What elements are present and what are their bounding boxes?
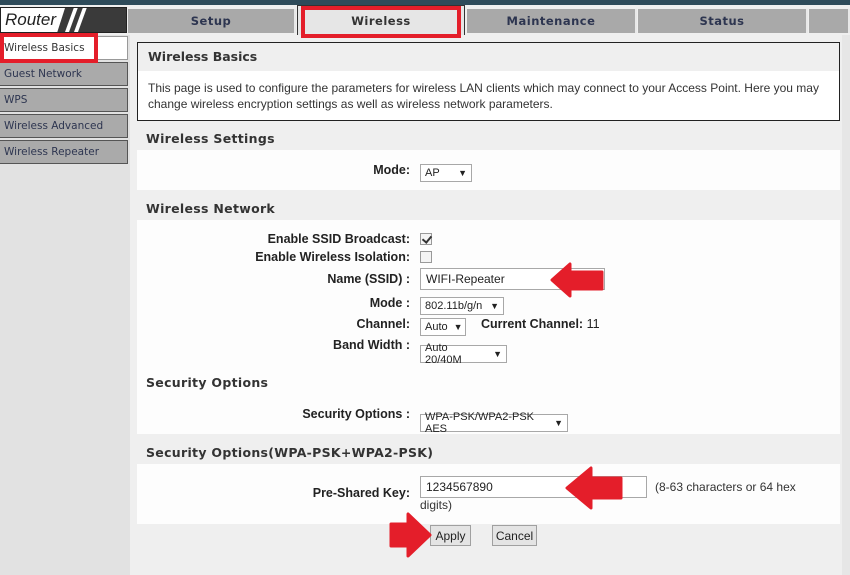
- intro-text: This page is used to configure the param…: [148, 81, 819, 111]
- psk-hint: (8-63 characters or 64 hex: [655, 480, 796, 494]
- apply-button[interactable]: Apply: [430, 525, 471, 546]
- psk-panel: Pre-Shared Key: 1234567890 (8-63 charact…: [137, 464, 840, 524]
- intro-box: Wireless Basics This page is used to con…: [137, 42, 840, 121]
- sidebar-item-guest-network[interactable]: Guest Network: [0, 62, 128, 86]
- network-mode-select[interactable]: 802.11b/g/n ▼: [420, 297, 504, 315]
- psk-hint-continued: digits): [420, 498, 453, 512]
- dropdown-arrow-icon: ▼: [453, 322, 463, 332]
- psk-label: Pre-Shared Key:: [312, 486, 410, 500]
- sidebar-item-wireless-repeater[interactable]: Wireless Repeater: [0, 140, 128, 164]
- ssid-broadcast-label: Enable SSID Broadcast:: [267, 232, 410, 246]
- ssid-label: Name (SSID) :: [327, 272, 410, 286]
- scrollbar-track[interactable]: [842, 35, 850, 575]
- section-title-security-options: Security Options: [146, 375, 269, 390]
- dropdown-arrow-icon: ▼: [458, 168, 467, 178]
- tab-maintenance[interactable]: Maintenance: [467, 9, 637, 33]
- bandwidth-select[interactable]: Auto 20/40M ▼: [420, 342, 507, 366]
- wireless-isolation-checkbox[interactable]: [420, 251, 432, 263]
- mode-label: Mode:: [373, 163, 410, 177]
- dropdown-arrow-icon: ▼: [554, 418, 563, 428]
- page-title: Wireless Basics: [138, 43, 839, 71]
- current-channel-value: 11: [586, 317, 600, 331]
- channel-label: Channel:: [356, 317, 410, 331]
- ssid-broadcast-checkbox[interactable]: [420, 233, 432, 245]
- wireless-settings-panel: Mode: AP ▼: [137, 150, 840, 190]
- section-title-wireless-network: Wireless Network: [146, 201, 276, 216]
- sidebar-item-wireless-basics[interactable]: Wireless Basics: [0, 36, 128, 60]
- section-title-wireless-settings: Wireless Settings: [146, 131, 275, 146]
- sidebar-item-wireless-advanced[interactable]: Wireless Advanced: [0, 114, 128, 138]
- logo-text: Router: [5, 10, 57, 29]
- sidebar-item-wps[interactable]: WPS: [0, 88, 128, 112]
- operation-mode-select[interactable]: AP ▼: [420, 164, 472, 182]
- sidebar: Wireless Basics Guest Network WPS Wirele…: [0, 35, 130, 575]
- security-options-select[interactable]: WPA-PSK/WPA2-PSK AES ▼: [420, 411, 568, 435]
- network-mode-label: Mode :: [369, 296, 410, 310]
- dropdown-arrow-icon: ▼: [490, 301, 499, 311]
- security-options-label: Security Options :: [302, 407, 410, 421]
- dropdown-arrow-icon: ▼: [493, 349, 502, 359]
- router-logo: Router: [0, 7, 127, 33]
- bandwidth-label: Band Width :: [333, 338, 410, 352]
- current-channel-label: Current Channel:: [481, 317, 584, 331]
- cancel-button[interactable]: Cancel: [492, 525, 537, 546]
- security-options-panel: Security Options : WPA-PSK/WPA2-PSK AES ▼: [137, 394, 840, 435]
- tab-setup[interactable]: Setup: [128, 9, 296, 33]
- tab-status[interactable]: Status: [638, 9, 808, 33]
- wireless-isolation-label: Enable Wireless Isolation:: [255, 250, 410, 264]
- section-title-psk: Security Options(WPA-PSK+WPA2-PSK): [146, 445, 434, 460]
- psk-input[interactable]: 1234567890: [420, 476, 647, 498]
- tab-more[interactable]: [809, 9, 850, 33]
- channel-select[interactable]: Auto ▼: [420, 318, 466, 336]
- ssid-input[interactable]: WIFI-Repeater: [420, 268, 605, 290]
- tab-wireless[interactable]: Wireless: [297, 5, 465, 38]
